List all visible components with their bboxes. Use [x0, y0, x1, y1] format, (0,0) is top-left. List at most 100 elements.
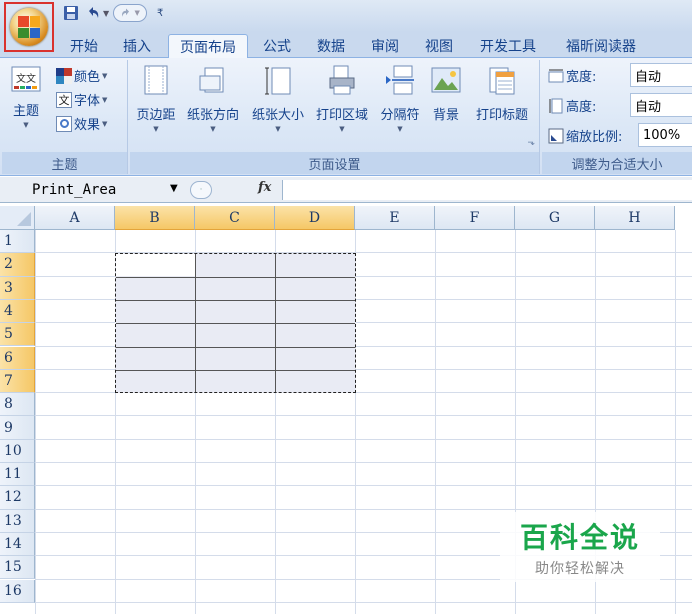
watermark-title: 百科全说	[519, 521, 640, 554]
scale-label: 缩放比例:	[566, 130, 623, 145]
undo-icon[interactable]	[84, 4, 102, 22]
ribbon: 文文 主题 ▼ 颜色 ▼ 文 字体 ▼ 效果 ▼ 主题 页边距 ▼ 纸张方向 ▼…	[0, 58, 692, 176]
watermark-logo: 百科全说 助你轻松解决	[500, 512, 660, 582]
row-header-1[interactable]: 1	[0, 230, 35, 254]
colors-button[interactable]: 颜色 ▼	[56, 66, 107, 85]
column-header-f[interactable]: F	[435, 206, 515, 230]
width-label-row: 宽度:	[548, 66, 596, 85]
orientation-label: 纸张方向	[186, 108, 239, 123]
themes-group: 文文 主题 ▼ 颜色 ▼ 文 字体 ▼ 效果 ▼ 主题	[2, 60, 128, 174]
formula-bar-toggle-icon[interactable]: ·	[190, 181, 212, 199]
orientation-dropdown-icon: ▼	[210, 125, 216, 133]
orientation-icon	[199, 67, 224, 93]
width-dropdown[interactable]: 自动	[630, 63, 692, 87]
row-header-5[interactable]: 5	[0, 323, 35, 347]
svg-text:文文: 文文	[16, 72, 36, 85]
redo-dropdown-icon: ▼	[134, 9, 140, 17]
column-header-d[interactable]: D	[275, 206, 355, 230]
tab-review[interactable]: 审阅	[363, 34, 407, 58]
tab-insert[interactable]: 插入	[115, 34, 159, 58]
tab-formulas[interactable]: 公式	[255, 34, 299, 58]
row-header-4[interactable]: 4	[0, 299, 35, 324]
row-header-3[interactable]: 3	[0, 276, 35, 300]
tab-view[interactable]: 视图	[417, 34, 461, 58]
tab-foxit-reader[interactable]: 福昕阅读器	[556, 34, 646, 58]
themes-group-label: 主题	[2, 152, 127, 174]
tab-data[interactable]: 数据	[309, 34, 353, 58]
print-titles-icon	[489, 67, 515, 95]
active-cell[interactable]	[116, 254, 195, 277]
row-header-11[interactable]: 11	[0, 463, 35, 487]
orientation-button[interactable]: 纸张方向 ▼	[182, 64, 244, 133]
scale-to-fit-group: 宽度: 自动 高度: 自动 缩放比例: 100% 调整为合适大小	[542, 60, 692, 174]
insert-function-icon[interactable]: fx	[258, 180, 271, 195]
background-button[interactable]: 背景	[426, 64, 466, 123]
effects-dropdown-icon: ▼	[102, 119, 108, 128]
row-header-9[interactable]: 9	[0, 416, 35, 440]
customize-qat-icon[interactable]: ₹	[151, 4, 169, 22]
row-header-8[interactable]: 8	[0, 393, 35, 417]
effects-icon	[56, 115, 72, 132]
height-dropdown[interactable]: 自动	[630, 93, 692, 117]
select-all-button[interactable]	[0, 206, 35, 230]
row-header-12[interactable]: 12	[0, 486, 35, 510]
row-header-2[interactable]: 2	[0, 253, 35, 277]
row-header-6[interactable]: 6	[0, 346, 35, 370]
redo-icon	[122, 8, 130, 17]
row-header-10[interactable]: 10	[0, 439, 35, 463]
size-dropdown-icon: ▼	[275, 125, 281, 133]
colors-dropdown-icon: ▼	[102, 71, 108, 80]
height-label-row: 高度:	[548, 96, 596, 115]
height-label: 高度:	[566, 100, 597, 115]
row-header-15[interactable]: 15	[0, 556, 35, 580]
themes-icon: 文文	[11, 66, 41, 92]
tab-developer[interactable]: 开发工具	[472, 34, 544, 58]
undo-dropdown-icon[interactable]: ▼	[103, 9, 109, 18]
row-header-7[interactable]: 7	[0, 369, 35, 394]
row-header-14[interactable]: 14	[0, 532, 35, 557]
height-icon	[549, 98, 563, 113]
office-button[interactable]	[4, 2, 54, 52]
scale-icon	[548, 128, 564, 143]
page-setup-launcher-icon[interactable]: ⬎	[527, 138, 535, 148]
column-header-e[interactable]: E	[355, 206, 435, 230]
breaks-icon	[386, 65, 414, 95]
column-header-h[interactable]: H	[595, 206, 675, 230]
row-header-13[interactable]: 13	[0, 509, 35, 533]
scale-input[interactable]: 100%	[638, 123, 692, 147]
tab-page-layout[interactable]: 页面布局	[168, 34, 248, 58]
themes-button[interactable]: 文文 主题 ▼	[6, 64, 46, 129]
breaks-button[interactable]: 分隔符 ▼	[374, 64, 426, 133]
effects-button[interactable]: 效果 ▼	[56, 114, 107, 133]
column-header-c[interactable]: C	[195, 206, 275, 230]
paper-size-icon	[265, 67, 291, 95]
size-button[interactable]: 纸张大小 ▼	[246, 64, 310, 133]
name-box-dropdown-icon[interactable]: ▼	[170, 183, 178, 194]
title-bar: ▼ ▼ ₹	[0, 0, 692, 32]
print-area-button[interactable]: 打印区域 ▼	[310, 64, 374, 133]
print-titles-button[interactable]: 打印标题	[468, 64, 536, 123]
margins-button[interactable]: 页边距 ▼	[132, 64, 180, 133]
column-header-a[interactable]: A	[35, 206, 115, 230]
fonts-label: 字体	[74, 94, 101, 109]
margins-label: 页边距	[136, 108, 176, 123]
page-setup-group: 页边距 ▼ 纸张方向 ▼ 纸张大小 ▼ 打印区域 ▼ 分隔符 ▼ 背景 打印标题…	[130, 60, 540, 174]
save-icon[interactable]	[62, 4, 80, 22]
tab-home[interactable]: 开始	[60, 34, 108, 58]
office-logo-icon	[10, 8, 48, 46]
row-header-16[interactable]: 16	[0, 579, 35, 603]
quick-access-toolbar: ▼ ▼ ₹	[62, 4, 169, 22]
themes-label: 主题	[12, 104, 39, 119]
fonts-button[interactable]: 文 字体 ▼	[56, 90, 107, 109]
margins-dropdown-icon: ▼	[153, 125, 159, 133]
effects-label: 效果	[74, 118, 101, 133]
size-label: 纸张大小	[251, 108, 304, 123]
column-header-g[interactable]: G	[515, 206, 595, 230]
redo-button[interactable]: ▼	[113, 4, 148, 22]
column-header-b[interactable]: B	[115, 206, 195, 230]
formula-input[interactable]	[282, 180, 692, 200]
name-box[interactable]: Print_Area	[4, 180, 184, 200]
colors-label: 颜色	[74, 70, 101, 85]
print-area-icon	[329, 65, 355, 95]
watermark-subtitle: 助你轻松解决	[535, 561, 625, 577]
